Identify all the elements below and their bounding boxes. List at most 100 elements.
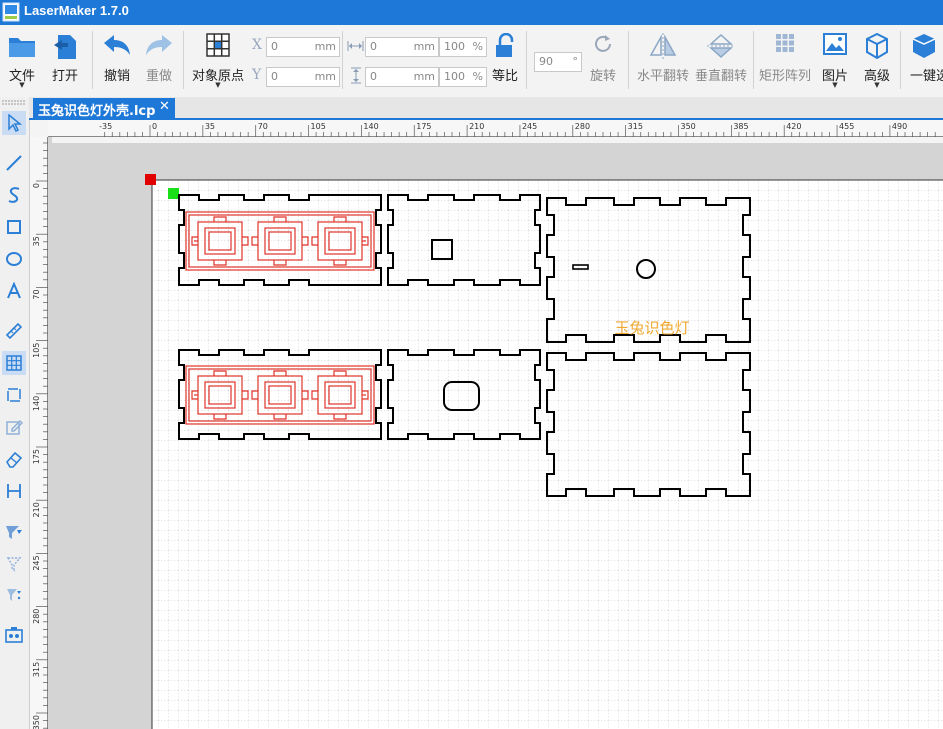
cursor-icon (8, 114, 22, 132)
ruler-tick-label: 105 (32, 343, 41, 358)
dashed-frame-tool[interactable] (2, 383, 26, 407)
document-tab-title: 玉兔识色灯外壳.lcp (38, 104, 156, 119)
flip-vertical-label: 垂直翻转 (694, 69, 747, 84)
ruler-tick-label: 0 (152, 122, 157, 131)
rotate-label: 旋转 (589, 69, 616, 84)
width-input[interactable]: 0 mm (365, 37, 439, 57)
ruler-tick-label: 175 (32, 449, 41, 464)
undo-icon (104, 35, 130, 55)
ruler-tick-label: 350 (681, 122, 696, 131)
x-input[interactable]: 0 mm (266, 37, 340, 57)
rotate-angle-input[interactable]: 90 ° (534, 52, 582, 72)
ruler-tick-label: 350 (32, 715, 41, 729)
ruler-tick-label: 315 (628, 122, 643, 131)
rect-array-button[interactable]: 矩形阵列 (756, 25, 814, 97)
ruler-tick-label: 280 (32, 609, 41, 624)
rectangle-tool[interactable] (2, 215, 26, 239)
width-percent-input[interactable]: 100 % (439, 37, 487, 57)
ruler-icon (5, 322, 23, 340)
select-tool[interactable] (2, 111, 26, 135)
toolbar-separator (92, 31, 93, 89)
document-tab[interactable]: 玉兔识色灯外壳.lcp ✕ (33, 98, 175, 119)
device-icon (5, 627, 23, 643)
proportional-lock-button[interactable]: 等比 (487, 25, 523, 97)
device-tool[interactable] (2, 623, 26, 647)
redo-icon (146, 35, 172, 55)
chevron-down-icon: ▼ (215, 81, 221, 89)
ruler-tick-label: 245 (32, 555, 41, 570)
curve-tool[interactable] (2, 183, 26, 207)
open-file-icon (54, 35, 76, 59)
image-button[interactable]: 图片 ▼ (816, 25, 854, 97)
align-icon (7, 484, 21, 498)
open-label: 打开 (51, 69, 78, 84)
canvas-top-strip (52, 137, 943, 143)
ruler-corner (30, 120, 48, 137)
ruler-tick-label: 35 (205, 122, 215, 131)
origin-marker (145, 174, 156, 185)
folder-icon (9, 38, 35, 57)
flip-horizontal-label: 水平翻转 (636, 69, 689, 84)
horizontal-ruler: -35 0 35 70 105 140 175 210 245 280 315 350 385 420 45… (48, 120, 943, 137)
ruler-tick-label: -35 (99, 122, 112, 131)
align-tool[interactable] (2, 479, 26, 503)
ruler-tick-label: 0 (32, 183, 41, 188)
array-grid-icon (776, 34, 794, 52)
text-tool[interactable] (2, 279, 26, 303)
title-bar: LaserMaker 1.7.0 (0, 0, 943, 25)
funnel-icon (7, 589, 21, 601)
window-title: LaserMaker 1.7.0 (24, 3, 129, 18)
grid-icon (6, 355, 22, 371)
ruler-tick-label: 420 (786, 122, 801, 131)
one-click-button[interactable]: 一键选 (904, 25, 943, 97)
eraser-icon (6, 451, 23, 468)
ruler-tick-label: 245 (522, 122, 537, 131)
origin-button[interactable]: 对象原点 ▼ (187, 25, 249, 97)
redo-button[interactable]: 重做 (138, 25, 180, 97)
ruler-tick-label: 315 (32, 662, 41, 677)
undo-button[interactable]: 撤销 (96, 25, 138, 97)
file-button[interactable]: 文件 ▼ (0, 25, 44, 97)
ellipse-tool[interactable] (2, 247, 26, 271)
undo-label: 撤销 (103, 69, 130, 84)
fill-dashed-tool[interactable] (2, 551, 26, 575)
edit-node-tool[interactable] (2, 415, 26, 439)
chevron-down-icon: ▼ (19, 81, 25, 89)
y-input[interactable]: 0 mm (266, 67, 340, 87)
work-canvas[interactable]: 玉兔识色灯 (48, 137, 943, 729)
fill-tool[interactable] (2, 519, 26, 543)
canvas-text-label[interactable]: 玉兔识色灯 (614, 319, 689, 337)
fill-dotted-tool[interactable] (2, 583, 26, 607)
height-input[interactable]: 0 mm (365, 67, 439, 87)
toolbar-separator (900, 31, 901, 89)
dashed-rectangle-icon (7, 388, 21, 402)
rotate-icon (595, 35, 611, 52)
ruler-tick-label: 175 (416, 122, 431, 131)
ruler-tick-label: 105 (311, 122, 326, 131)
grip-icon (2, 100, 26, 105)
redo-label: 重做 (145, 69, 172, 84)
close-icon[interactable]: ✕ (159, 99, 170, 114)
height-percent-input[interactable]: 100 % (439, 67, 487, 87)
line-tool[interactable] (2, 151, 26, 175)
package-icon (912, 34, 936, 58)
document-tab-strip: 玉兔识色灯外壳.lcp ✕ (29, 97, 943, 120)
proportional-label: 等比 (491, 69, 518, 84)
vertical-ruler: 0 35 70 105 140 175 210 245 280 315 350 (30, 137, 48, 729)
toolbar-separator (342, 31, 343, 89)
x-label: X (252, 37, 262, 53)
eraser-tool[interactable] (2, 447, 26, 471)
grid-origin-icon (206, 33, 230, 57)
grid-tool[interactable] (2, 351, 26, 375)
rectangle-icon (7, 220, 21, 234)
open-button[interactable]: 打开 (44, 25, 86, 97)
advanced-button[interactable]: 高级 ▼ (858, 25, 896, 97)
rect-array-label: 矩形阵列 (758, 69, 811, 84)
flip-horizontal-button[interactable]: 水平翻转 (634, 25, 692, 97)
measure-tool[interactable] (2, 319, 26, 343)
rotate-button[interactable]: 旋转 (584, 25, 622, 97)
text-icon (7, 282, 21, 299)
dashed-fill-icon (6, 557, 22, 572)
flip-vertical-button[interactable]: 垂直翻转 (692, 25, 750, 97)
fill-bucket-icon (6, 526, 22, 539)
